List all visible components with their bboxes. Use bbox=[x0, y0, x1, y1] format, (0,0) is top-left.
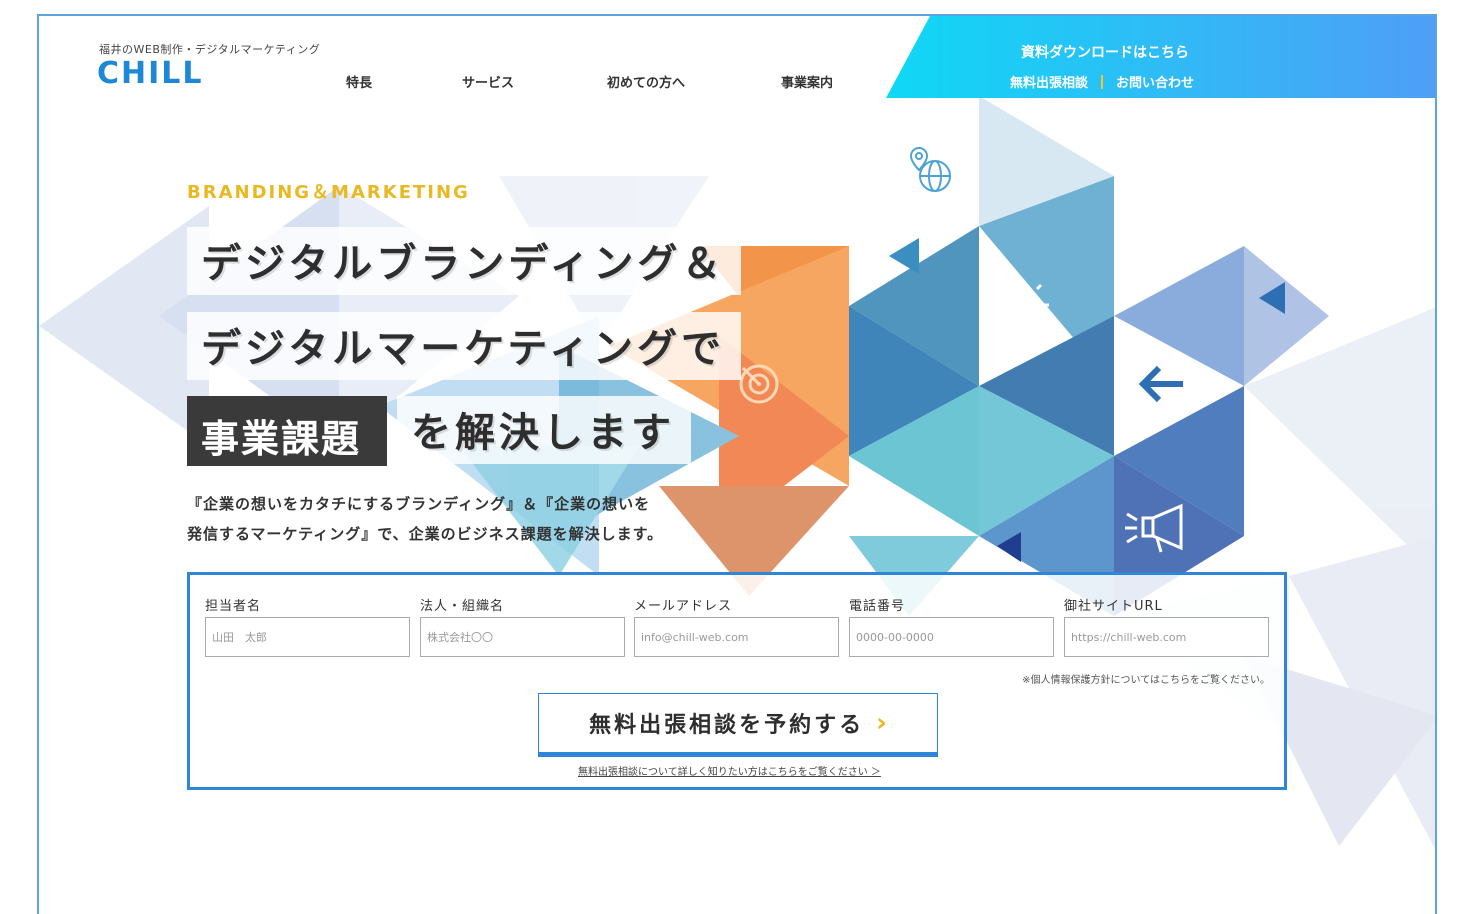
megaphone-icon bbox=[1125, 503, 1183, 553]
nav-item-features[interactable]: 特長 bbox=[346, 72, 372, 91]
hero-lead-line-2: 発信するマーケティング』で、企業のビジネス課題を解決します。 bbox=[187, 525, 664, 543]
field-email: メールアドレス bbox=[634, 595, 839, 657]
nav-item-services[interactable]: サービス bbox=[462, 72, 514, 91]
cta-divider bbox=[1101, 75, 1104, 89]
field-label: 担当者名 bbox=[205, 599, 262, 614]
consult-form: 担当者名 法人・組織名 メールアドレス 電話番号 御社サイトURL ※個人情報保… bbox=[187, 572, 1287, 790]
field-contact-name: 担当者名 bbox=[205, 595, 410, 657]
hero-kicker: BRANDING＆MARKETING bbox=[187, 182, 470, 203]
hero-lead-line-1: 『企業の想いをカタチにするブランディング』＆『企業の想いを bbox=[187, 495, 651, 513]
more-info-link[interactable]: 無料出張相談について詳しく知りたい方はこちらをご覧ください ＞ bbox=[578, 763, 881, 778]
field-label: 法人・組織名 bbox=[420, 599, 505, 614]
contact-name-input[interactable] bbox=[205, 617, 410, 657]
nav-item-business[interactable]: 事業案内 bbox=[781, 72, 833, 91]
header-cta-panel: 資料ダウンロードはこちら 無料出張相談 お問い合わせ bbox=[886, 16, 1435, 98]
organization-input[interactable] bbox=[420, 617, 625, 657]
field-organization: 法人・組織名 bbox=[420, 595, 625, 657]
logo[interactable]: CHILL bbox=[97, 56, 204, 91]
submit-button[interactable]: 無料出張相談を予約する › bbox=[538, 693, 938, 757]
field-site-url: 御社サイトURL bbox=[1064, 595, 1269, 657]
phone-input[interactable] bbox=[849, 617, 1054, 657]
map-globe-icon bbox=[909, 146, 951, 192]
field-label: 御社サイトURL bbox=[1064, 599, 1163, 614]
headline-line-2: デジタルマーケティングで bbox=[187, 312, 741, 380]
free-consult-link[interactable]: 無料出張相談 bbox=[1010, 76, 1088, 91]
headline-line-1: デジタルブランディング＆ bbox=[187, 227, 742, 295]
field-label: 電話番号 bbox=[849, 599, 906, 614]
cta-row: 無料出張相談 お問い合わせ bbox=[1010, 72, 1194, 91]
download-link[interactable]: 資料ダウンロードはこちら bbox=[1021, 42, 1189, 62]
headline-highlight: 事業課題 bbox=[187, 396, 387, 466]
field-phone: 電話番号 bbox=[849, 595, 1054, 657]
arrow-left-icon bbox=[1138, 365, 1183, 403]
email-input[interactable] bbox=[634, 617, 839, 657]
headline-line-3: を解決します bbox=[397, 396, 691, 464]
page-frame: 福井のWEB制作・デジタルマーケティング CHILL 特長 サービス 初めての方… bbox=[37, 14, 1437, 914]
nav-item-first-time[interactable]: 初めての方へ bbox=[607, 72, 685, 91]
submit-label: 無料出張相談を予約する bbox=[589, 713, 865, 738]
hero-lead: 『企業の想いをカタチにするブランディング』＆『企業の想いを 発信するマーケティン… bbox=[187, 489, 663, 549]
logo-subtitle: 福井のWEB制作・デジタルマーケティング bbox=[99, 43, 321, 56]
lightbulb-icon bbox=[993, 277, 1049, 331]
field-label: メールアドレス bbox=[634, 599, 733, 614]
privacy-note-link[interactable]: ※個人情報保護方針についてはこちらをご覧ください。 bbox=[1022, 671, 1270, 686]
contact-link[interactable]: お問い合わせ bbox=[1116, 76, 1194, 91]
site-url-input[interactable] bbox=[1064, 617, 1269, 657]
chevron-right-icon: › bbox=[876, 708, 887, 738]
